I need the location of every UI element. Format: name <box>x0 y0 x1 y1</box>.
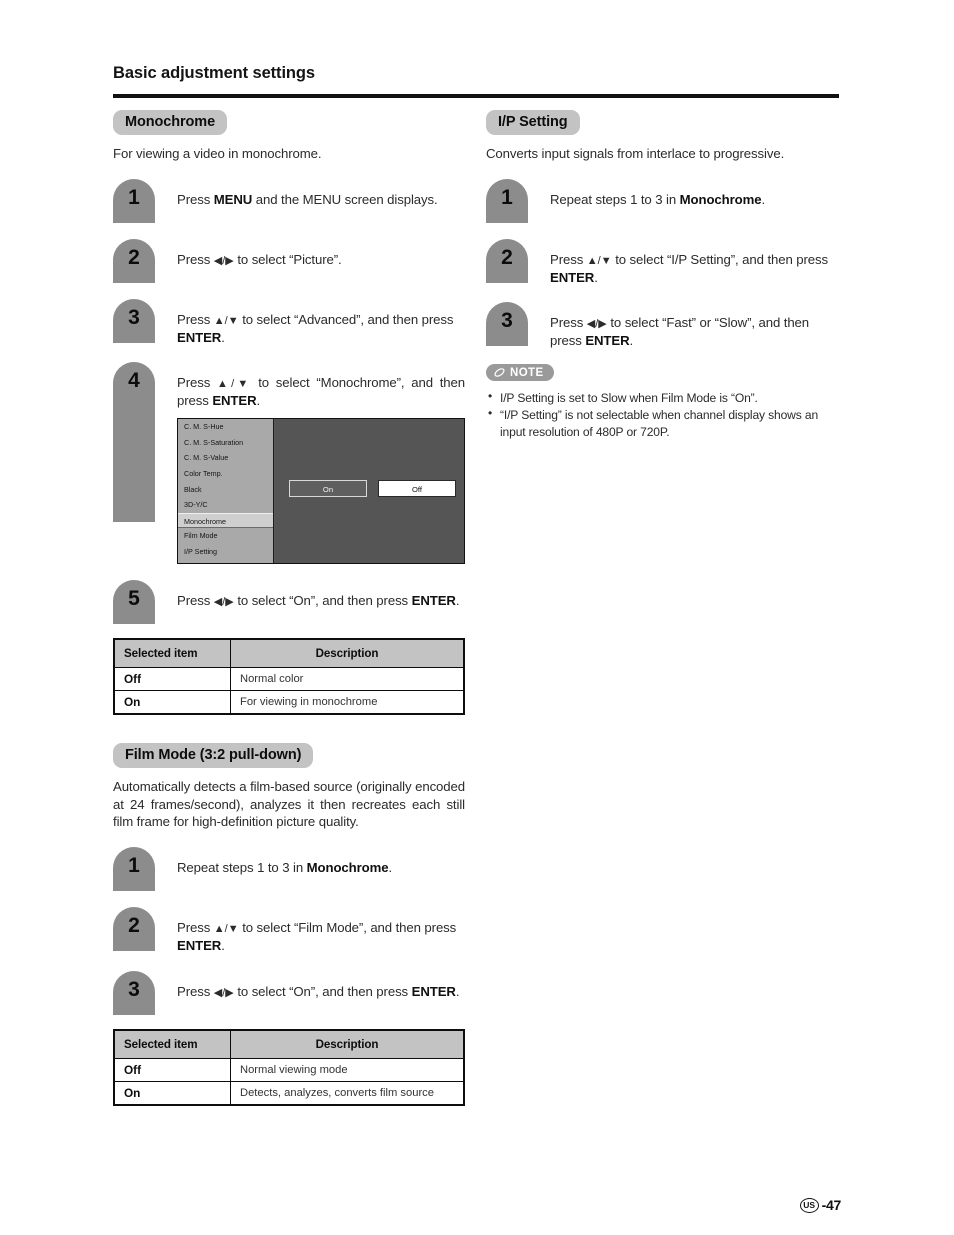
column-header-selected-item: Selected item <box>113 1029 231 1059</box>
step-number-badge: 5 <box>113 580 155 625</box>
osd-menu-item: C. M. S-Value <box>184 453 229 463</box>
osd-option-off: Off <box>378 480 456 498</box>
section-description-film-mode: Automatically detects a film-based sourc… <box>113 779 465 830</box>
step-instruction: Press ▲/▼ to select “Advanced”, and then… <box>177 311 454 345</box>
note-bullet: “I/P Setting” is not selectable when cha… <box>486 406 838 439</box>
note-bullet: I/P Setting is set to Slow when Film Mod… <box>486 389 838 406</box>
step-item: 1 Repeat steps 1 to 3 in Monochrome. <box>486 178 838 223</box>
table-row: Off Normal viewing mode <box>113 1057 465 1082</box>
region-badge: US <box>799 1197 819 1213</box>
cell-selected-item: Off <box>113 1057 231 1082</box>
manual-page: Basic adjustment settings Monochrome For… <box>0 0 954 1235</box>
step-item: 3 Press ◀/▶ to select “Fast” or “Slow”, … <box>486 302 838 350</box>
section-description-monochrome: For viewing a video in monochrome. <box>113 146 322 161</box>
pencil-icon <box>493 366 506 379</box>
right-column: I/P Setting Converts input signals from … <box>486 110 838 441</box>
step-number-badge: 1 <box>113 847 155 891</box>
section-heading-ip-setting: I/P Setting <box>486 110 580 135</box>
step-number-badge: 1 <box>113 178 155 223</box>
osd-value-panel: On Off <box>275 419 464 564</box>
cell-selected-item: Off <box>113 667 231 692</box>
left-column: Monochrome For viewing a video in monoch… <box>113 110 465 1106</box>
cell-description: Normal viewing mode <box>230 1057 465 1082</box>
note-bullet-list: I/P Setting is set to Slow when Film Mod… <box>486 389 838 439</box>
step-item: 3 Press ▲/▼ to select “Advanced”, and th… <box>113 298 465 347</box>
step-number-badge: 2 <box>113 907 155 951</box>
osd-menu-item: C. M. S-Hue <box>184 422 224 432</box>
osd-menu-screenshot: C. M. S-Hue C. M. S-Saturation C. M. S-V… <box>177 418 465 565</box>
column-header-description: Description <box>230 638 465 669</box>
step-item: 1 Repeat steps 1 to 3 in Monochrome. <box>113 847 465 891</box>
cell-selected-item: On <box>113 1080 231 1106</box>
osd-menu-item: Color Temp. <box>184 469 223 478</box>
step-instruction: Press ◀/▶ to select “On”, and then press… <box>177 983 460 999</box>
osd-menu-list: C. M. S-Hue C. M. S-Saturation C. M. S-V… <box>178 419 274 564</box>
step-number-badge: 3 <box>486 302 528 347</box>
table-header-row: Selected item Description <box>113 638 465 669</box>
table-row: On For viewing in monochrome <box>113 690 465 715</box>
page-number: -47 <box>821 1197 842 1213</box>
monochrome-options-table: Selected item Description Off Normal col… <box>113 638 465 716</box>
step-item: 2 Press ▲/▼ to select “I/P Setting”, and… <box>486 238 838 287</box>
osd-menu-item: I/P Setting <box>184 546 218 556</box>
step-instruction: Press ▲/▼ to select “I/P Setting”, and t… <box>550 251 829 285</box>
osd-menu-item-selected: Monochrome <box>178 512 273 529</box>
step-item: 2 Press ◀/▶ to select “Picture”. <box>113 238 465 283</box>
title-divider <box>113 94 839 98</box>
step-number-badge: 3 <box>113 970 155 1015</box>
step-item: 4 Press ▲/▼ to select “Monochrome”, and … <box>113 362 465 565</box>
osd-menu-item: C. M. S-Saturation <box>184 437 244 447</box>
table-row: On Detects, analyzes, converts film sour… <box>113 1080 465 1106</box>
step-instruction: Press ◀/▶ to select “On”, and then press… <box>177 593 460 609</box>
step-item: 5 Press ◀/▶ to select “On”, and then pre… <box>113 580 465 625</box>
step-instruction: Press ◀/▶ to select “Fast” or “Slow”, an… <box>550 315 810 349</box>
step-number-badge: 4 <box>113 362 155 523</box>
step-instruction: Press ▲/▼ to select “Film Mode”, and the… <box>177 920 457 953</box>
step-instruction: Press ▲/▼ to select “Monochrome”, and th… <box>177 375 465 409</box>
cell-description: Detects, analyzes, converts film source <box>230 1080 465 1106</box>
section-heading-film-mode: Film Mode (3:2 pull-down) <box>113 743 314 769</box>
note-badge: NOTE <box>486 364 554 382</box>
table-row: Off Normal color <box>113 667 465 692</box>
cell-description: For viewing in monochrome <box>230 690 465 715</box>
osd-menu-item: Black <box>184 484 202 494</box>
page-footer: US -47 <box>799 1197 842 1213</box>
column-header-description: Description <box>230 1029 465 1059</box>
step-instruction: Repeat steps 1 to 3 in Monochrome. <box>550 191 766 207</box>
section-film-mode: Film Mode (3:2 pull-down) Automatically … <box>113 743 465 1106</box>
step-instruction: Press MENU and the MENU screen displays. <box>177 191 438 207</box>
cell-selected-item: On <box>113 690 231 715</box>
note-label: NOTE <box>510 366 544 379</box>
step-item: 2 Press ▲/▼ to select “Film Mode”, and t… <box>113 907 465 955</box>
step-instruction: Repeat steps 1 to 3 in Monochrome. <box>177 860 393 875</box>
osd-menu-item: Film Mode <box>184 531 218 541</box>
step-number-badge: 2 <box>113 238 155 283</box>
osd-menu-item: 3D-Y/C <box>184 500 208 510</box>
column-header-selected-item: Selected item <box>113 638 231 669</box>
cell-description: Normal color <box>230 667 465 692</box>
section-monochrome: Monochrome For viewing a video in monoch… <box>113 110 465 716</box>
step-number-badge: 2 <box>486 238 528 283</box>
section-ip-setting: I/P Setting Converts input signals from … <box>486 110 838 440</box>
section-description-ip-setting: Converts input signals from interlace to… <box>486 146 785 161</box>
step-number-badge: 1 <box>486 178 528 223</box>
section-heading-monochrome: Monochrome <box>113 110 228 135</box>
step-number-badge: 3 <box>113 298 155 343</box>
page-title: Basic adjustment settings <box>113 64 315 82</box>
film-mode-options-table: Selected item Description Off Normal vie… <box>113 1028 465 1106</box>
step-item: 3 Press ◀/▶ to select “On”, and then pre… <box>113 970 465 1015</box>
osd-option-on: On <box>289 480 367 498</box>
table-header-row: Selected item Description <box>113 1029 465 1059</box>
step-item: 1 Press MENU and the MENU screen display… <box>113 178 465 223</box>
step-instruction: Press ◀/▶ to select “Picture”. <box>177 251 342 267</box>
